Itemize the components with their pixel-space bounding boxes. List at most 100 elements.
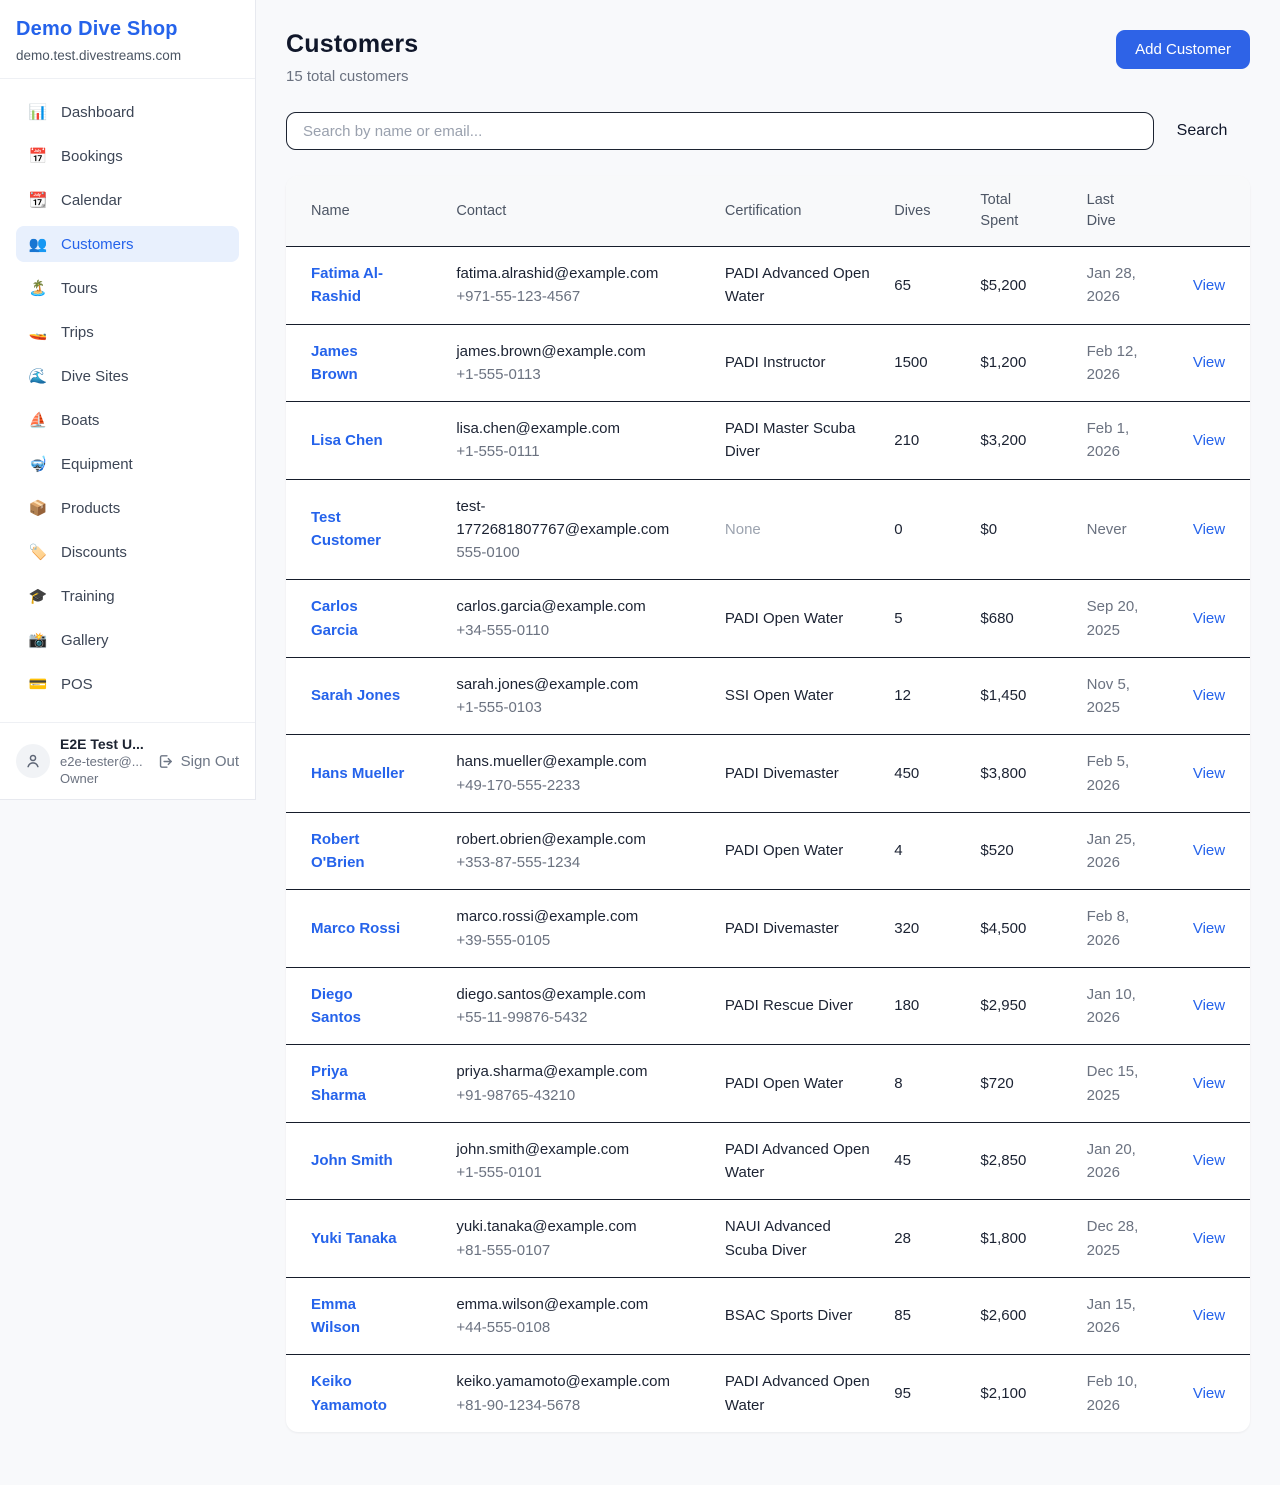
certification-cell: PADI Divemaster <box>725 735 894 813</box>
view-link[interactable]: View <box>1193 1385 1225 1402</box>
last-dive-cell: Nov 5, 2025 <box>1087 657 1193 735</box>
customer-name-link[interactable]: Robert O'Brien <box>311 828 405 875</box>
view-link[interactable]: View <box>1193 521 1225 538</box>
sidebar-item-calendar[interactable]: 📆Calendar <box>16 182 239 218</box>
sidebar-item-pos[interactable]: 💳POS <box>16 666 239 702</box>
certification: PADI Advanced Open Water <box>725 1370 870 1417</box>
sidebar-item-customers[interactable]: 👥Customers <box>16 226 239 262</box>
customer-name-link[interactable]: Test Customer <box>311 506 405 553</box>
view-cell: View <box>1193 1200 1250 1278</box>
column-header-total-spent: Total Spent <box>980 176 1086 247</box>
customer-name-link[interactable]: James Brown <box>311 340 405 387</box>
total-spent-cell: $1,800 <box>980 1200 1086 1278</box>
last-dive-cell: Feb 8, 2026 <box>1087 890 1193 968</box>
customer-phone: +49-170-555-2233 <box>456 774 678 797</box>
certification-cell: None <box>725 479 894 580</box>
sidebar-item-training[interactable]: 🎓Training <box>16 578 239 614</box>
sidebar-item-label: Gallery <box>61 632 109 649</box>
search-bar: Search <box>286 112 1250 150</box>
view-link[interactable]: View <box>1193 1152 1225 1169</box>
total-spent-cell: $1,450 <box>980 657 1086 735</box>
view-link[interactable]: View <box>1193 920 1225 937</box>
speedboat-icon: 🚤 <box>28 325 48 340</box>
dives-cell: 4 <box>894 812 980 890</box>
view-cell: View <box>1193 402 1250 480</box>
customer-name-link[interactable]: Carlos Garcia <box>311 595 405 642</box>
certification-cell: PADI Rescue Diver <box>725 967 894 1045</box>
table-row: Sarah Jonessarah.jones@example.com+1-555… <box>286 657 1250 735</box>
view-link[interactable]: View <box>1193 432 1225 449</box>
dives-cell: 210 <box>894 402 980 480</box>
sidebar-item-trips[interactable]: 🚤Trips <box>16 314 239 350</box>
view-link[interactable]: View <box>1193 765 1225 782</box>
customer-name-link[interactable]: Lisa Chen <box>311 429 383 452</box>
search-input[interactable] <box>286 112 1154 150</box>
search-button[interactable]: Search <box>1154 122 1250 140</box>
sign-out-icon <box>157 753 174 770</box>
view-link[interactable]: View <box>1193 997 1225 1014</box>
add-customer-button[interactable]: Add Customer <box>1116 30 1250 69</box>
column-header-certification: Certification <box>725 176 894 247</box>
certification-cell: NAUI Advanced Scuba Diver <box>725 1200 894 1278</box>
sidebar-item-dashboard[interactable]: 📊Dashboard <box>16 94 239 130</box>
view-link[interactable]: View <box>1193 354 1225 371</box>
sidebar-item-boats[interactable]: ⛵Boats <box>16 402 239 438</box>
view-link[interactable]: View <box>1193 1075 1225 1092</box>
customer-email: test-1772681807767@example.com <box>456 495 678 542</box>
user-info: E2E Test U... e2e-tester@... Owner <box>60 736 147 786</box>
calendar-icon: 📅 <box>28 149 48 164</box>
sidebar-item-dive-sites[interactable]: 🌊Dive Sites <box>16 358 239 394</box>
total-spent-cell: $2,600 <box>980 1277 1086 1355</box>
customer-name-link[interactable]: Yuki Tanaka <box>311 1227 397 1250</box>
customer-name-link[interactable]: Fatima Al-Rashid <box>311 262 405 309</box>
certification-cell: PADI Advanced Open Water <box>725 247 894 325</box>
sidebar-item-bookings[interactable]: 📅Bookings <box>16 138 239 174</box>
view-link[interactable]: View <box>1193 687 1225 704</box>
sidebar-item-gallery[interactable]: 📸 Gallery <box>16 622 239 658</box>
view-link[interactable]: View <box>1193 1230 1225 1247</box>
sidebar-item-products[interactable]: 📦Products <box>16 490 239 526</box>
shop-name: Demo Dive Shop <box>16 18 239 41</box>
customer-phone: +81-555-0107 <box>456 1239 678 1262</box>
camera-icon: 📸 <box>28 633 48 648</box>
dives-cell: 180 <box>894 967 980 1045</box>
customer-email: diego.santos@example.com <box>456 983 678 1006</box>
view-link[interactable]: View <box>1193 610 1225 627</box>
certification-cell: PADI Open Water <box>725 580 894 658</box>
package-icon: 📦 <box>28 501 48 516</box>
customer-name-link[interactable]: Priya Sharma <box>311 1060 405 1107</box>
customer-name-link[interactable]: Marco Rossi <box>311 917 400 940</box>
view-link[interactable]: View <box>1193 277 1225 294</box>
customer-phone: +1-555-0113 <box>456 363 678 386</box>
sidebar-item-equipment[interactable]: 🤿Equipment <box>16 446 239 482</box>
table-row: Marco Rossimarco.rossi@example.com+39-55… <box>286 890 1250 968</box>
customer-name-cell: Priya Sharma <box>286 1045 456 1123</box>
last-dive-cell: Feb 1, 2026 <box>1087 402 1193 480</box>
certification-cell: SSI Open Water <box>725 657 894 735</box>
customer-name-link[interactable]: Keiko Yamamoto <box>311 1370 405 1417</box>
customer-name-link[interactable]: Emma Wilson <box>311 1293 405 1340</box>
table-row: Robert O'Brienrobert.obrien@example.com+… <box>286 812 1250 890</box>
sidebar-item-discounts[interactable]: 🏷️Discounts <box>16 534 239 570</box>
sidebar-item-tours[interactable]: 🏝️Tours <box>16 270 239 306</box>
table-row: Priya Sharmapriya.sharma@example.com+91-… <box>286 1045 1250 1123</box>
customer-phone: +44-555-0108 <box>456 1316 678 1339</box>
customer-name-link[interactable]: Sarah Jones <box>311 684 400 707</box>
certification-cell: PADI Divemaster <box>725 890 894 968</box>
column-header-last-dive: Last Dive <box>1087 176 1193 247</box>
view-link[interactable]: View <box>1193 842 1225 859</box>
customer-email: marco.rossi@example.com <box>456 905 678 928</box>
sign-out-button[interactable]: Sign Out <box>157 753 239 770</box>
user-email: e2e-tester@... <box>60 754 147 769</box>
view-link[interactable]: View <box>1193 1307 1225 1324</box>
customer-name-link[interactable]: Hans Mueller <box>311 762 404 785</box>
customer-name-cell: Yuki Tanaka <box>286 1200 456 1278</box>
column-header-actions <box>1193 176 1250 247</box>
customer-name-link[interactable]: Diego Santos <box>311 983 405 1030</box>
user-name: E2E Test U... <box>60 736 147 752</box>
customer-contact-cell: diego.santos@example.com+55-11-99876-543… <box>456 967 725 1045</box>
table-row: Fatima Al-Rashidfatima.alrashid@example.… <box>286 247 1250 325</box>
customer-phone: +34-555-0110 <box>456 619 678 642</box>
customer-name-link[interactable]: John Smith <box>311 1149 393 1172</box>
customer-phone: +353-87-555-1234 <box>456 851 678 874</box>
